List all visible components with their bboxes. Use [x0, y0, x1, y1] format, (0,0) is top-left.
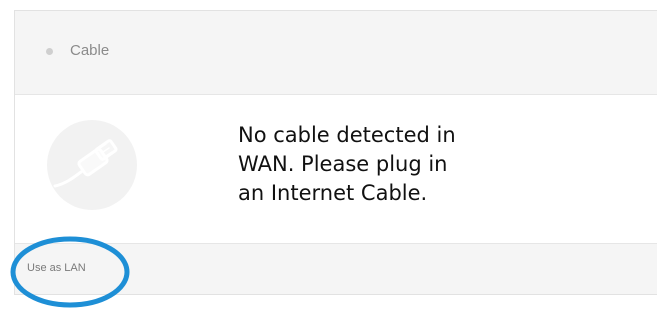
panel-title: Cable [70, 42, 110, 59]
panel-header: Cable [15, 11, 657, 95]
status-dot-icon [46, 48, 53, 55]
no-cable-message: No cable detected in WAN. Please plug in… [238, 123, 456, 205]
wan-cable-panel: Cable No cable detected in WAN. Please p… [14, 10, 657, 295]
panel-body: No cable detected in WAN. Please plug in… [15, 95, 657, 242]
panel-footer: Use as LAN [15, 243, 657, 294]
ethernet-cable-icon [47, 120, 137, 210]
use-as-lan-link[interactable]: Use as LAN [27, 262, 86, 274]
